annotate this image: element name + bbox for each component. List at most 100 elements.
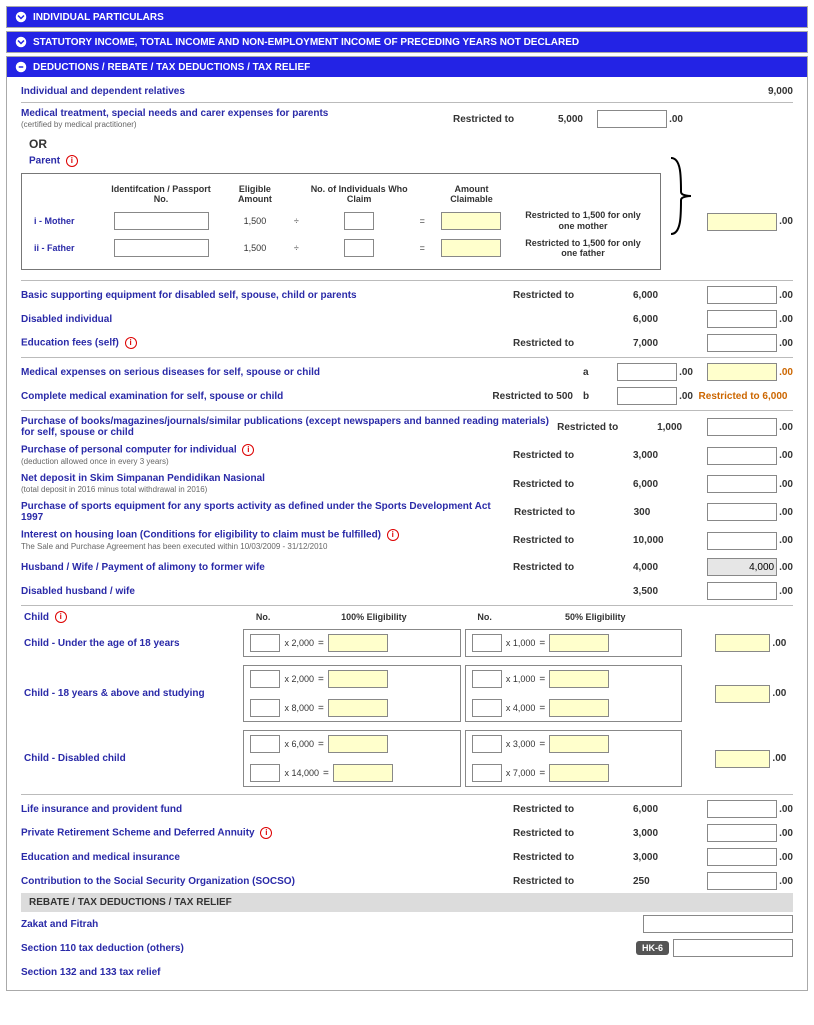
restrict-mother: Restricted to 1,500 for only one mother bbox=[514, 208, 652, 234]
input-father-id[interactable] bbox=[114, 239, 209, 257]
input-ab18-100b-no[interactable] bbox=[250, 699, 280, 717]
label: Disabled husband / wife bbox=[21, 586, 513, 597]
input-ab18-100a-no[interactable] bbox=[250, 670, 280, 688]
section-header-deductions[interactable]: DEDUCTIONS / REBATE / TAX DEDUCTIONS / T… bbox=[7, 57, 807, 77]
input-books[interactable] bbox=[707, 418, 777, 436]
restricted-to: Restricted to bbox=[513, 338, 633, 349]
input-computer[interactable] bbox=[707, 447, 777, 465]
input-father-claimable[interactable] bbox=[441, 239, 501, 257]
eligible-amount: 1,500 bbox=[222, 236, 288, 262]
fixed-amount: 9,000 bbox=[633, 86, 793, 97]
input-zakat[interactable] bbox=[643, 915, 793, 933]
input-parent-total[interactable] bbox=[707, 213, 777, 231]
info-icon[interactable]: i bbox=[242, 444, 254, 456]
input-sspn[interactable] bbox=[707, 475, 777, 493]
input-alimony[interactable] bbox=[707, 558, 777, 576]
input-prs[interactable] bbox=[707, 824, 777, 842]
row-housing: Interest on housing loan (Conditions for… bbox=[21, 526, 793, 555]
input-ab18-100a-amt[interactable] bbox=[328, 670, 388, 688]
info-icon[interactable]: i bbox=[55, 611, 67, 623]
input-dis-100a-no[interactable] bbox=[250, 735, 280, 753]
expand-down-icon bbox=[15, 36, 27, 48]
cents-suffix: .00 bbox=[779, 216, 793, 227]
parent-claim-box: Identifcation / Passport No. Eligible Am… bbox=[21, 173, 661, 270]
input-socso[interactable] bbox=[707, 872, 777, 890]
input-dis-50b-no[interactable] bbox=[472, 764, 502, 782]
input-u18-100-amt[interactable] bbox=[328, 634, 388, 652]
input-mother-id[interactable] bbox=[114, 212, 209, 230]
info-icon[interactable]: i bbox=[387, 529, 399, 541]
info-icon[interactable]: i bbox=[66, 155, 78, 167]
input-dis-50b-amt[interactable] bbox=[549, 764, 609, 782]
label-note: (certified by medical practitioner) bbox=[21, 120, 137, 129]
input-disabled-individual[interactable] bbox=[707, 310, 777, 328]
input-u18-50-no[interactable] bbox=[472, 634, 502, 652]
input-dis-100b-amt[interactable] bbox=[333, 764, 393, 782]
collapse-icon bbox=[15, 61, 27, 73]
label: Disabled individual bbox=[21, 314, 513, 325]
restrict-amt: 3,000 bbox=[633, 450, 693, 461]
row-child-18above: Child - 18 years & above and studying x … bbox=[23, 662, 791, 725]
input-u18-total[interactable] bbox=[715, 634, 770, 652]
row-computer: Purchase of personal computer for indivi… bbox=[21, 441, 793, 470]
input-ab18-total[interactable] bbox=[715, 685, 770, 703]
restricted-to: Restricted to bbox=[514, 507, 634, 518]
input-u18-50-amt[interactable] bbox=[549, 634, 609, 652]
input-dis-total[interactable] bbox=[715, 750, 770, 768]
restricted-to: Restricted to bbox=[513, 876, 633, 887]
input-medical-total[interactable] bbox=[707, 363, 777, 381]
input-ab18-50a-amt[interactable] bbox=[549, 670, 609, 688]
section-header-statutory[interactable]: STATUTORY INCOME, TOTAL INCOME AND NON-E… bbox=[7, 32, 807, 52]
input-s110[interactable] bbox=[673, 939, 793, 957]
input-ab18-50b-no[interactable] bbox=[472, 699, 502, 717]
restrict-amt: 10,000 bbox=[633, 535, 693, 546]
info-icon[interactable]: i bbox=[260, 827, 272, 839]
eligible-amount: 1,500 bbox=[222, 208, 288, 234]
restrict-amt: 300 bbox=[634, 507, 694, 518]
expand-down-icon bbox=[15, 11, 27, 23]
restricted-to: Restricted to bbox=[513, 804, 633, 815]
sub-header-rebate: REBATE / TAX DEDUCTIONS / TAX RELIEF bbox=[21, 893, 793, 912]
restricted-to: Restricted to bbox=[513, 290, 633, 301]
input-dis-100b-no[interactable] bbox=[250, 764, 280, 782]
row-basic-equipment: Basic supporting equipment for disabled … bbox=[21, 283, 793, 307]
input-u18-100-no[interactable] bbox=[250, 634, 280, 652]
input-dis-50a-no[interactable] bbox=[472, 735, 502, 753]
row-medical-serious: Medical expenses on serious diseases for… bbox=[21, 360, 793, 384]
input-education-fees[interactable] bbox=[707, 334, 777, 352]
restricted-to: Restricted to bbox=[513, 535, 633, 546]
hk6-badge[interactable]: HK-6 bbox=[636, 941, 669, 955]
label: Section 110 tax deduction (others) bbox=[21, 943, 613, 954]
input-mother-claimable[interactable] bbox=[441, 212, 501, 230]
input-father-count[interactable] bbox=[344, 239, 374, 257]
label: Interest on housing loan (Conditions for… bbox=[21, 529, 513, 552]
input-mother-count[interactable] bbox=[344, 212, 374, 230]
input-medical-b[interactable] bbox=[617, 387, 677, 405]
restricted-to: Restricted to bbox=[513, 852, 633, 863]
input-housing[interactable] bbox=[707, 532, 777, 550]
info-icon[interactable]: i bbox=[125, 337, 137, 349]
input-ab18-50a-no[interactable] bbox=[472, 670, 502, 688]
input-sports[interactable] bbox=[707, 503, 777, 521]
input-medical-a[interactable] bbox=[617, 363, 677, 381]
input-life-insurance[interactable] bbox=[707, 800, 777, 818]
row-s110: Section 110 tax deduction (others) HK-6 bbox=[21, 936, 793, 960]
input-edu-med-ins[interactable] bbox=[707, 848, 777, 866]
section-individual-particulars: INDIVIDUAL PARTICULARS bbox=[6, 6, 808, 28]
restrict-father: Restricted to 1,500 for only one father bbox=[514, 236, 652, 262]
section-header-particulars[interactable]: INDIVIDUAL PARTICULARS bbox=[7, 7, 807, 27]
input-ab18-50b-amt[interactable] bbox=[549, 699, 609, 717]
section-deductions: DEDUCTIONS / REBATE / TAX DEDUCTIONS / T… bbox=[6, 56, 808, 991]
col-50: 50% Eligibility bbox=[507, 610, 683, 624]
input-medical-parents[interactable] bbox=[597, 110, 667, 128]
input-ab18-100b-amt[interactable] bbox=[328, 699, 388, 717]
label: Purchase of books/magazines/journals/sim… bbox=[21, 416, 557, 438]
row-individual-relatives: Individual and dependent relatives 9,000 bbox=[21, 83, 793, 100]
sub-a: a bbox=[583, 367, 601, 378]
input-dis-100a-amt[interactable] bbox=[328, 735, 388, 753]
col-no100: No. bbox=[242, 610, 283, 624]
restrict-amt: 6,000 bbox=[633, 804, 693, 815]
input-disabled-spouse[interactable] bbox=[707, 582, 777, 600]
input-dis-50a-amt[interactable] bbox=[549, 735, 609, 753]
input-basic-equipment[interactable] bbox=[707, 286, 777, 304]
